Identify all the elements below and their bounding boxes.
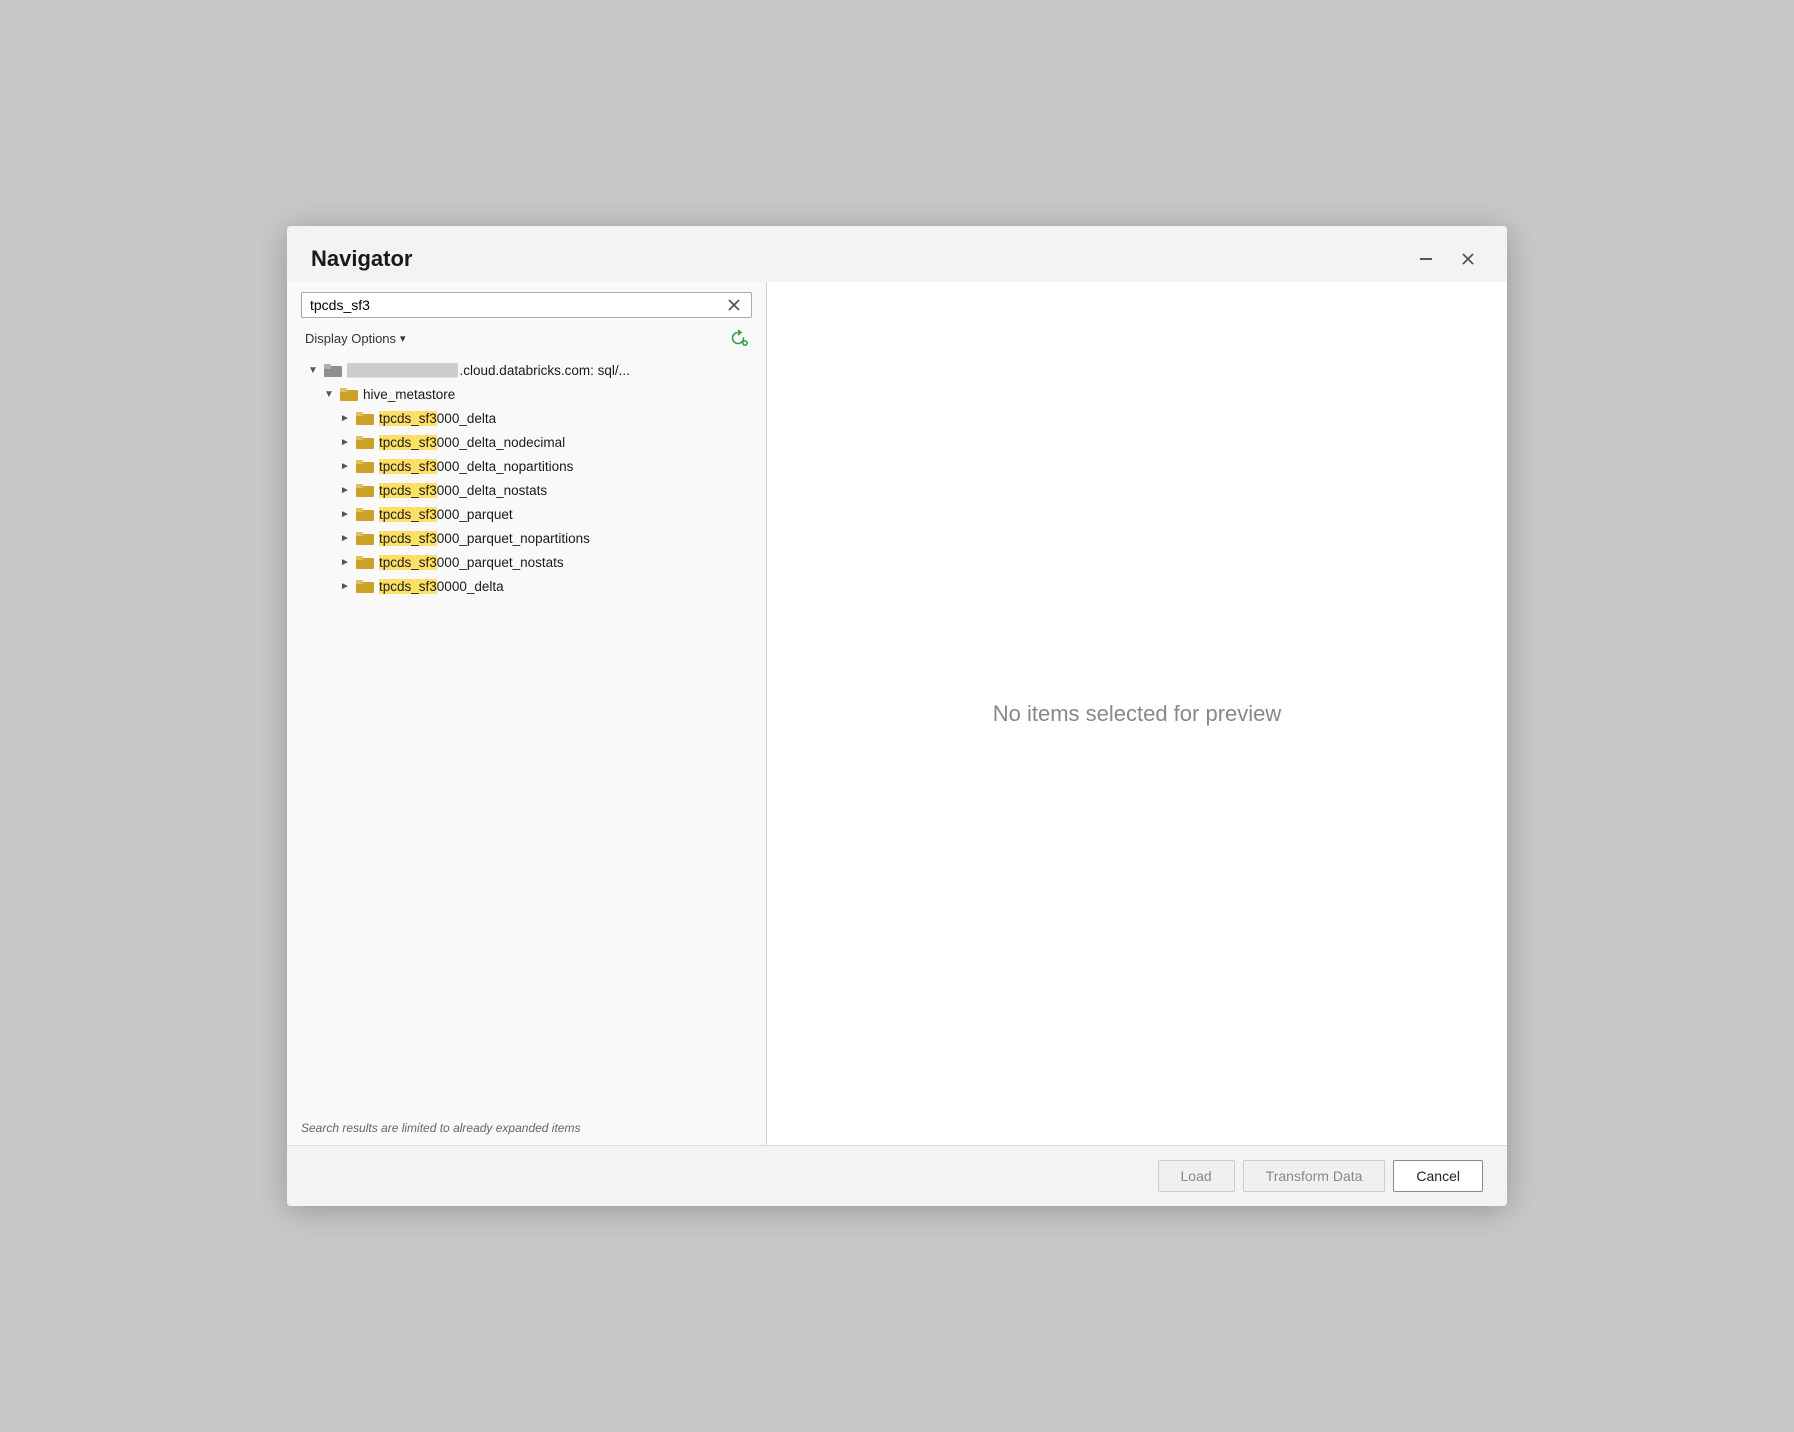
dialog-header: Navigator: [287, 226, 1507, 282]
tree-item-label-1: tpcds_sf3000_delta: [379, 411, 496, 426]
tree-item-label-8: tpcds_sf30000_delta: [379, 579, 504, 594]
hive-label: hive_metastore: [363, 387, 455, 402]
folder-icon-item-7: [355, 554, 375, 570]
tree-row-root[interactable]: ▼ █████████████ .cloud.databricks.com: s…: [287, 358, 766, 382]
item-rest-text-1: 000_delta: [437, 411, 496, 426]
tree-row-item-1[interactable]: ► tpcds_sf3000_delta: [287, 406, 766, 430]
no-preview-text: No items selected for preview: [993, 701, 1282, 727]
dialog-controls: [1411, 248, 1483, 270]
tree-row-item-3[interactable]: ► tpcds_sf3000_delta_nopartitions: [287, 454, 766, 478]
minimize-button[interactable]: [1411, 248, 1441, 270]
folder-svg-item-6: [356, 531, 374, 545]
tree-row-item-6[interactable]: ► tpcds_sf3000_parquet_nopartitions: [287, 526, 766, 550]
highlight-text-4: tpcds_sf3: [379, 483, 437, 498]
tree-item-label-2: tpcds_sf3000_delta_nodecimal: [379, 435, 565, 450]
dialog-footer: Load Transform Data Cancel: [287, 1145, 1507, 1206]
tree-row-hive[interactable]: ▼ hive_metastore: [287, 382, 766, 406]
navigator-dialog: Navigator: [287, 226, 1507, 1206]
tree-area: ▼ █████████████ .cloud.databricks.com: s…: [287, 354, 766, 1111]
expand-item-button-5[interactable]: ►: [335, 509, 355, 520]
expand-item-button-8[interactable]: ►: [335, 581, 355, 592]
highlight-text-7: tpcds_sf3: [379, 555, 437, 570]
folder-svg-root: [324, 363, 342, 377]
highlight-text-1: tpcds_sf3: [379, 411, 437, 426]
expand-item-button-4[interactable]: ►: [335, 485, 355, 496]
folder-icon-item-4: [355, 482, 375, 498]
folder-icon-item-3: [355, 458, 375, 474]
folder-svg-item-2: [356, 435, 374, 449]
expand-item-button-6[interactable]: ►: [335, 533, 355, 544]
display-options-button[interactable]: Display Options ▾: [301, 329, 410, 348]
minimize-icon: [1419, 252, 1433, 266]
tree-item-label-5: tpcds_sf3000_parquet: [379, 507, 513, 522]
tree-row-item-2[interactable]: ► tpcds_sf3000_delta_nodecimal: [287, 430, 766, 454]
cancel-button[interactable]: Cancel: [1393, 1160, 1483, 1192]
tree-item-label-7: tpcds_sf3000_parquet_nostats: [379, 555, 564, 570]
highlight-text-5: tpcds_sf3: [379, 507, 437, 522]
folder-icon-item-6: [355, 530, 375, 546]
highlight-text-8: tpcds_sf3: [379, 579, 437, 594]
tree-node-hive: ▼ hive_metastore ► tpcds_sf3000_d: [287, 382, 766, 598]
folder-icon-item-2: [355, 434, 375, 450]
folder-icon-item-5: [355, 506, 375, 522]
display-options-row: Display Options ▾: [287, 318, 766, 354]
folder-icon-root: [323, 362, 343, 378]
tree-children: ► tpcds_sf3000_delta► tpcds_sf3000_delta…: [287, 406, 766, 598]
expand-root-button[interactable]: ▼: [303, 365, 323, 376]
refresh-button[interactable]: [724, 326, 752, 350]
item-rest-text-4: 000_delta_nostats: [437, 483, 547, 498]
folder-svg-item-3: [356, 459, 374, 473]
tree-item-label-4: tpcds_sf3000_delta_nostats: [379, 483, 547, 498]
search-note: Search results are limited to already ex…: [287, 1111, 766, 1145]
close-icon: [1461, 252, 1475, 266]
root-label-redacted: █████████████: [347, 363, 458, 377]
folder-svg-item-5: [356, 507, 374, 521]
highlight-text-2: tpcds_sf3: [379, 435, 437, 450]
search-input-wrapper: [301, 292, 752, 318]
dialog-title: Navigator: [311, 246, 412, 272]
expand-item-button-1[interactable]: ►: [335, 413, 355, 424]
search-bar: [287, 282, 766, 318]
item-rest-text-5: 000_parquet: [437, 507, 513, 522]
expand-hive-button[interactable]: ▼: [319, 389, 339, 400]
folder-icon-hive: [339, 386, 359, 402]
folder-svg-item-4: [356, 483, 374, 497]
folder-svg-item-7: [356, 555, 374, 569]
tree-row-item-4[interactable]: ► tpcds_sf3000_delta_nostats: [287, 478, 766, 502]
tree-item-label-3: tpcds_sf3000_delta_nopartitions: [379, 459, 573, 474]
refresh-icon: [728, 328, 748, 348]
item-rest-text-8: 0000_delta: [437, 579, 504, 594]
expand-item-button-3[interactable]: ►: [335, 461, 355, 472]
highlight-text-6: tpcds_sf3: [379, 531, 437, 546]
folder-svg-hive: [340, 387, 358, 401]
folder-svg-item-1: [356, 411, 374, 425]
dialog-body: Display Options ▾ ▼: [287, 282, 1507, 1145]
display-options-label: Display Options: [305, 331, 396, 346]
item-rest-text-2: 000_delta_nodecimal: [437, 435, 565, 450]
load-button[interactable]: Load: [1158, 1160, 1235, 1192]
folder-icon-item-8: [355, 578, 375, 594]
item-rest-text-6: 000_parquet_nopartitions: [437, 531, 590, 546]
expand-item-button-7[interactable]: ►: [335, 557, 355, 568]
search-clear-button[interactable]: [725, 298, 743, 312]
item-rest-text-3: 000_delta_nopartitions: [437, 459, 574, 474]
left-panel: Display Options ▾ ▼: [287, 282, 767, 1145]
chevron-down-icon: ▾: [400, 332, 406, 345]
tree-row-item-8[interactable]: ► tpcds_sf30000_delta: [287, 574, 766, 598]
folder-svg-item-8: [356, 579, 374, 593]
item-rest-text-7: 000_parquet_nostats: [437, 555, 564, 570]
folder-icon-item-1: [355, 410, 375, 426]
root-label-suffix: .cloud.databricks.com: sql/...: [460, 363, 630, 378]
tree-row-item-5[interactable]: ► tpcds_sf3000_parquet: [287, 502, 766, 526]
right-panel: No items selected for preview: [767, 282, 1507, 1145]
expand-item-button-2[interactable]: ►: [335, 437, 355, 448]
close-button[interactable]: [1453, 248, 1483, 270]
clear-icon: [727, 298, 741, 312]
tree-row-item-7[interactable]: ► tpcds_sf3000_parquet_nostats: [287, 550, 766, 574]
search-input[interactable]: [310, 297, 725, 313]
highlight-text-3: tpcds_sf3: [379, 459, 437, 474]
tree-node-root: ▼ █████████████ .cloud.databricks.com: s…: [287, 358, 766, 598]
transform-data-button[interactable]: Transform Data: [1243, 1160, 1386, 1192]
tree-item-label-6: tpcds_sf3000_parquet_nopartitions: [379, 531, 590, 546]
